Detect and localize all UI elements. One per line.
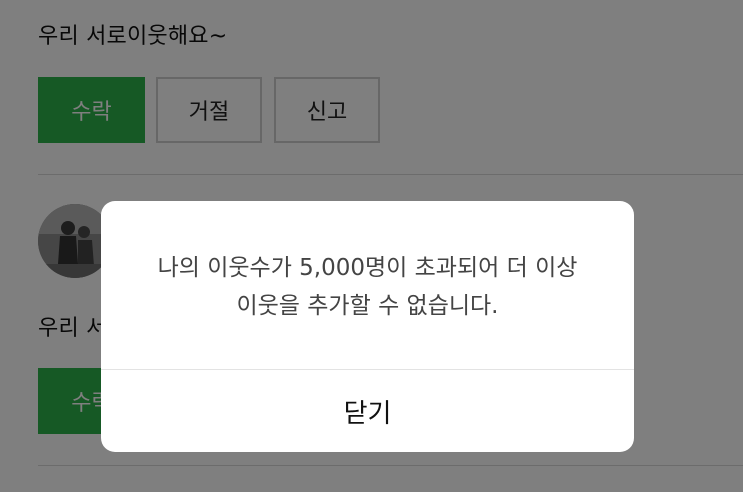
close-button[interactable]: 닫기 (101, 370, 634, 452)
dialog-message: 나의 이웃수가 5,000명이 초과되어 더 이상 이웃을 추가할 수 없습니다… (101, 249, 634, 325)
alert-dialog: 나의 이웃수가 5,000명이 초과되어 더 이상 이웃을 추가할 수 없습니다… (101, 201, 634, 452)
dialog-message-line: 나의 이웃수가 5,000명이 초과되어 더 이상 (157, 255, 578, 281)
dialog-message-line: 이웃을 추가할 수 없습니다. (236, 293, 499, 319)
